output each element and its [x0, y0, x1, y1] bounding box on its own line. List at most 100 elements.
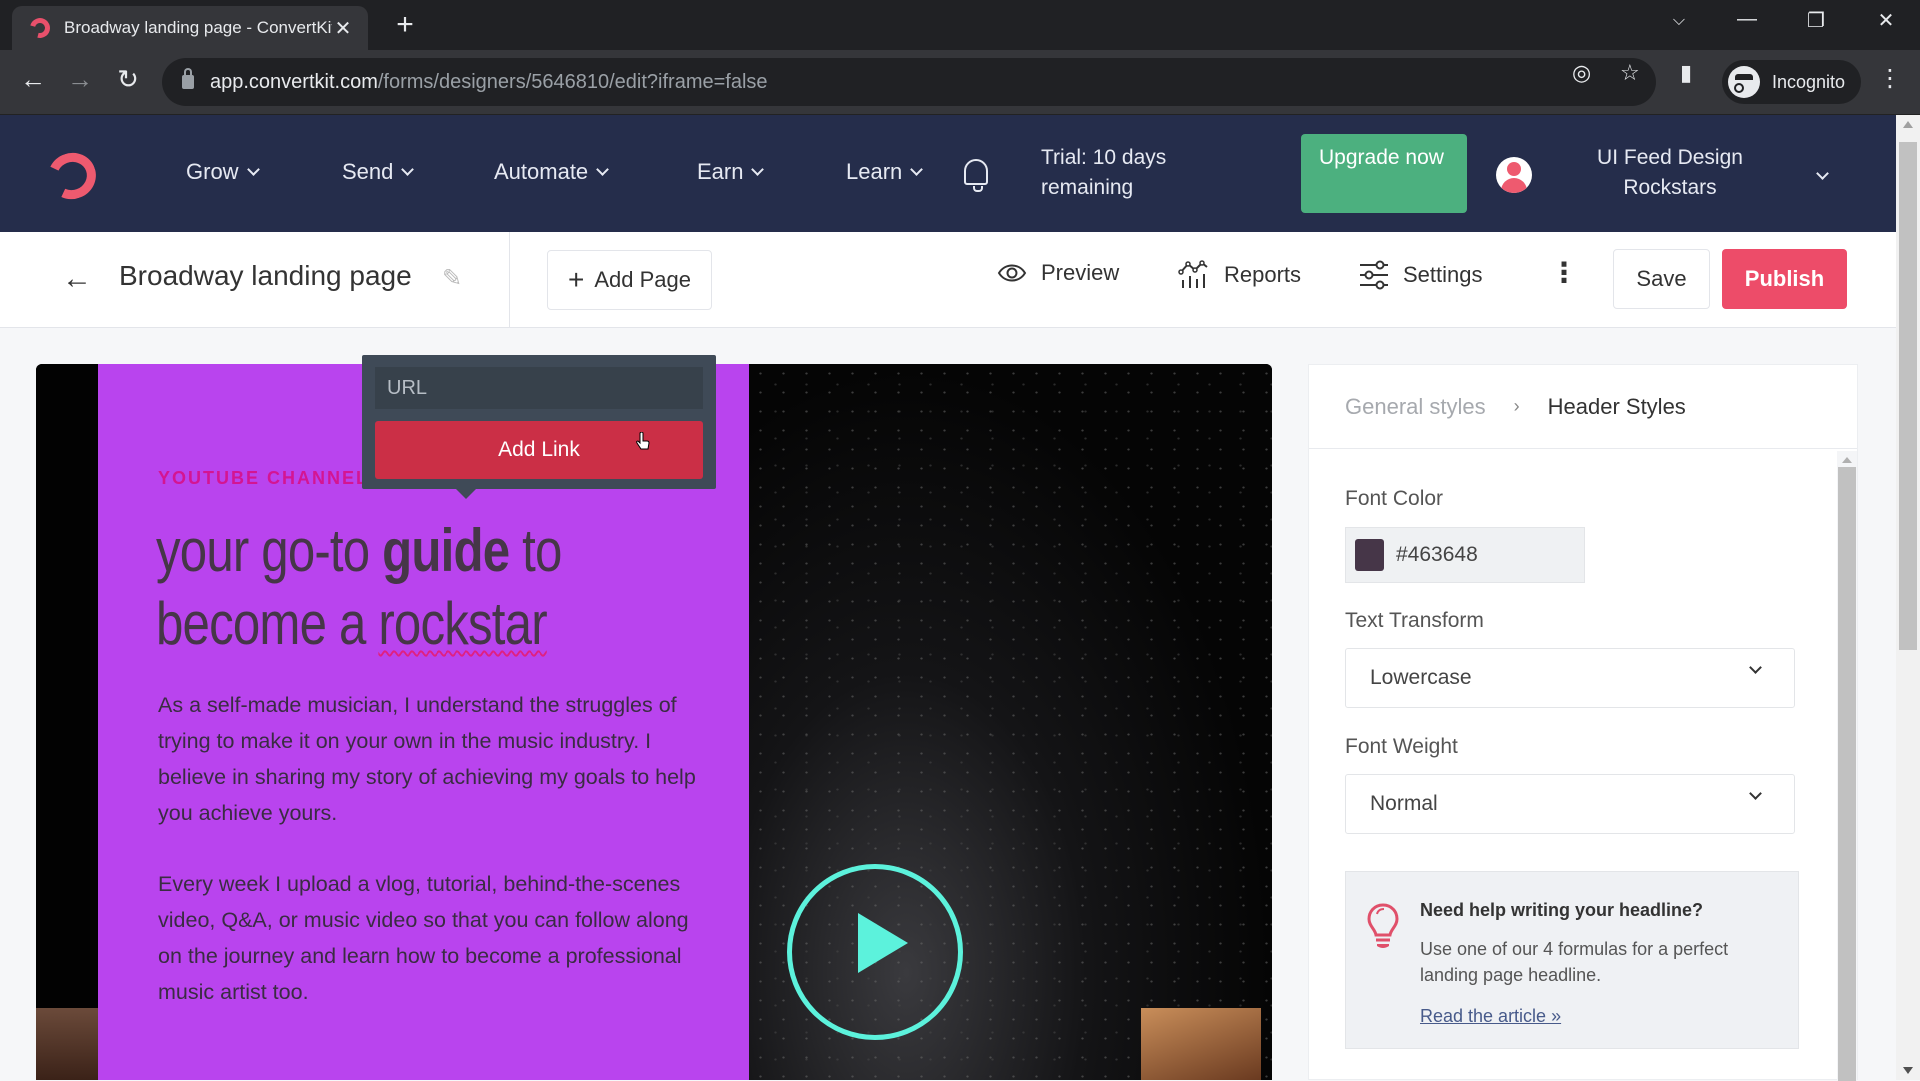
add-page-button[interactable]: + Add Page: [547, 250, 712, 310]
headline[interactable]: your go-to guide to become a rockstar: [156, 514, 615, 660]
bookmark-star-icon[interactable]: ☆: [1620, 60, 1640, 86]
nav-learn[interactable]: Learn: [846, 159, 924, 185]
minimize-icon[interactable]: —: [1727, 8, 1767, 31]
upgrade-now-button[interactable]: Upgrade now: [1301, 134, 1467, 213]
close-window-icon[interactable]: ✕: [1866, 8, 1906, 33]
chevron-down-icon: [1749, 787, 1762, 800]
side-panel-icon[interactable]: ▮: [1680, 60, 1692, 86]
trial-status: Trial: 10 days remaining: [1041, 146, 1167, 199]
font-color-field[interactable]: #463648: [1345, 527, 1585, 583]
background-photo-fragment: [36, 1008, 98, 1080]
url-input[interactable]: [375, 367, 703, 409]
nav-automate-label: Automate: [494, 159, 589, 184]
link-popover: Add Link: [362, 355, 716, 499]
new-tab-icon[interactable]: +: [390, 8, 420, 42]
nav-grow-label: Grow: [186, 159, 239, 184]
reports-label: Reports: [1224, 262, 1302, 287]
nav-learn-label: Learn: [846, 159, 903, 184]
publish-button[interactable]: Publish: [1722, 249, 1847, 309]
scroll-down-arrow-icon[interactable]: [1903, 1067, 1913, 1074]
help-title: Need help writing your headline?: [1420, 900, 1704, 920]
edit-title-pencil-icon[interactable]: ✎: [442, 264, 462, 293]
incognito-icon: [1728, 66, 1760, 98]
browser-tab[interactable]: Broadway landing page - ConvertKit ✕: [12, 6, 368, 50]
panel-scroll-up-icon[interactable]: [1842, 457, 1852, 463]
preview-label: Preview: [1041, 260, 1120, 285]
url-bar[interactable]: app.convertkit.com/forms/designers/56468…: [162, 58, 1656, 106]
forward-icon[interactable]: →: [62, 64, 98, 95]
avatar[interactable]: [1496, 157, 1532, 193]
panel-scrollbar-thumb[interactable]: [1838, 467, 1856, 1081]
incognito-badge[interactable]: Incognito: [1722, 60, 1862, 104]
font-color-value: #463648: [1396, 543, 1478, 566]
lock-icon: [182, 68, 194, 89]
account-chevron-down-icon[interactable]: [1816, 165, 1829, 183]
eyebrow-text[interactable]: YOUTUBE CHANNEL: [158, 468, 369, 489]
chevron-down-icon: [246, 162, 260, 176]
font-color-label: Font Color: [1345, 487, 1444, 510]
video-thumbnail[interactable]: [749, 364, 1272, 1080]
url-path: /forms/designers/5646810/edit?iframe=fal…: [377, 70, 768, 93]
panel-scrollbar[interactable]: [1837, 451, 1857, 1081]
style-settings-panel: General styles › Header Styles Font Colo…: [1308, 364, 1858, 1081]
back-icon[interactable]: ←: [15, 64, 51, 95]
save-button[interactable]: Save: [1613, 249, 1710, 309]
lightbulb-icon: [1367, 903, 1399, 948]
chevron-down-icon: [401, 162, 415, 176]
chevron-down-icon: [910, 162, 924, 176]
settings-label: Settings: [1403, 262, 1483, 287]
nav-send[interactable]: Send: [342, 159, 415, 185]
chevron-down-icon: [1749, 661, 1762, 674]
body-paragraph-2[interactable]: Every week I upload a vlog, tutorial, be…: [158, 866, 718, 1010]
tab-search-chevron-icon[interactable]: ⌵: [1659, 12, 1699, 30]
nav-automate[interactable]: Automate: [494, 159, 610, 185]
chevron-down-icon: [751, 162, 765, 176]
page-scrollbar-thumb[interactable]: [1899, 142, 1917, 650]
help-text: Use one of our 4 formulas for a perfect …: [1420, 939, 1729, 985]
scroll-up-arrow-icon[interactable]: [1903, 121, 1913, 128]
tracking-protection-eye-off-icon[interactable]: ◎: [1572, 60, 1591, 86]
toolbar-divider: [509, 232, 510, 328]
preview-button[interactable]: Preview: [997, 260, 1119, 286]
nav-earn[interactable]: Earn: [697, 159, 765, 185]
add-link-button[interactable]: Add Link: [375, 421, 703, 479]
video-photo-fragment: [1141, 1008, 1261, 1080]
app-navbar: Grow Send Automate Earn Learn Trial: 10 …: [0, 115, 1896, 232]
read-article-link[interactable]: Read the article »: [1420, 1006, 1561, 1027]
account-name[interactable]: UI Feed Design Rockstars: [1580, 143, 1760, 203]
page-scrollbar[interactable]: [1896, 115, 1920, 1080]
browser-menu-icon[interactable]: ⋮: [1878, 64, 1902, 93]
play-button-icon[interactable]: [787, 864, 963, 1040]
text-transform-value: Lowercase: [1370, 666, 1472, 689]
convertkit-logo-icon[interactable]: [41, 146, 103, 206]
body-paragraph-1[interactable]: As a self-made musician, I understand th…: [158, 687, 718, 831]
restore-icon[interactable]: ❐: [1796, 8, 1836, 33]
sliders-icon: [1360, 260, 1388, 290]
reports-chart-icon: [1178, 260, 1208, 288]
breadcrumb-chevron-right-icon: ›: [1513, 396, 1520, 416]
tab-title: Broadway landing page - ConvertKit: [64, 18, 332, 37]
nav-grow[interactable]: Grow: [186, 159, 260, 185]
plus-icon: +: [568, 264, 585, 295]
color-swatch[interactable]: [1355, 539, 1384, 571]
reports-button[interactable]: Reports: [1178, 260, 1301, 290]
headline-misspelled-word: rockstar: [378, 590, 547, 657]
convertkit-favicon-icon: [26, 14, 54, 42]
more-options-icon[interactable]: ⋮: [1550, 256, 1578, 289]
back-arrow-icon[interactable]: ←: [62, 262, 92, 296]
chevron-down-icon: [596, 162, 610, 176]
reload-icon[interactable]: ↻: [110, 64, 146, 95]
close-tab-icon[interactable]: ✕: [332, 16, 354, 41]
font-weight-value: Normal: [1370, 792, 1438, 815]
breadcrumb: General styles › Header Styles: [1309, 365, 1857, 449]
breadcrumb-general-styles[interactable]: General styles: [1345, 394, 1486, 420]
font-weight-select[interactable]: Normal: [1345, 774, 1795, 834]
notifications-bell-icon[interactable]: [964, 159, 988, 192]
text-transform-select[interactable]: Lowercase: [1345, 648, 1795, 708]
left-background-strip: [36, 364, 98, 1080]
eye-icon: [997, 264, 1027, 282]
browser-tab-bar: Broadway landing page - ConvertKit ✕ + ⌵…: [0, 0, 1920, 50]
headline-part: your go-to: [156, 517, 383, 584]
browser-address-bar: ← → ↻ app.convertkit.com/forms/designers…: [0, 50, 1920, 115]
settings-button[interactable]: Settings: [1359, 260, 1483, 290]
